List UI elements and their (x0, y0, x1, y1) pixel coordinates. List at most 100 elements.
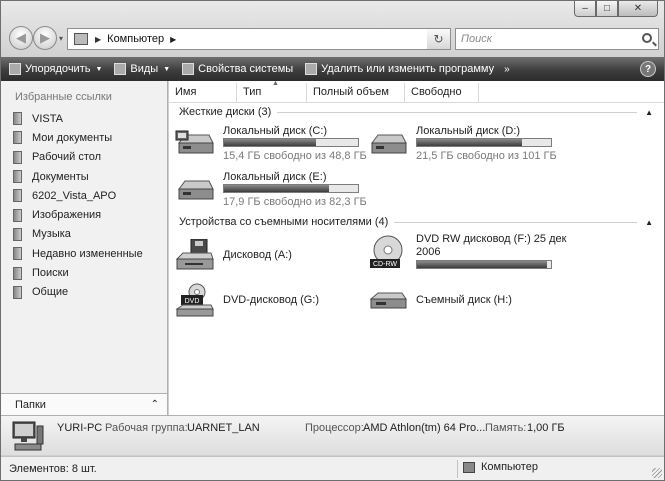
folder-icon (13, 112, 22, 126)
sidebar-item-label: Музыка (32, 228, 71, 241)
search-folder-icon (13, 266, 22, 280)
favorite-links-title: Избранные ссылки (15, 91, 112, 103)
sidebar-item-public[interactable]: Общие (13, 283, 143, 302)
desktop-icon (13, 150, 22, 164)
favorite-links-list: VISTA Мои документы Рабочий стол Докумен… (13, 109, 143, 302)
maximize-button[interactable]: □ (596, 1, 618, 17)
views-button[interactable]: Виды ▼ (114, 59, 170, 79)
group-divider (394, 221, 638, 223)
group-title-hard-disks: Жесткие диски (3) (179, 106, 272, 118)
drive-free-space: 21,5 ГБ свободно из 101 ГБ (416, 150, 557, 162)
forward-arrow-icon: ▶ (40, 30, 50, 45)
resize-grip-icon[interactable] (652, 468, 662, 478)
forward-button[interactable]: ▶ (33, 26, 57, 50)
folders-toggle-bar[interactable]: Папки ⌃ (1, 393, 167, 415)
drive-f[interactable]: CD-RW DVD RW дисковод (F:) 25 дек 2006 (368, 233, 566, 273)
sidebar-item-recently-changed[interactable]: Недавно измененные (13, 244, 143, 263)
folders-label: Папки (15, 398, 46, 411)
drive-h[interactable]: Съемный диск (H:) (368, 281, 558, 321)
sidebar-item-desktop[interactable]: Рабочий стол (13, 148, 143, 167)
drive-name-line-2: 2006 (416, 246, 441, 258)
documents-icon (13, 170, 22, 184)
explorer-window: ‒ □ ✕ ◀ ▶ ▾ ▶ Компьютер ▶ ▾ ↻ Упорядочит… (0, 0, 665, 481)
back-button[interactable]: ◀ (9, 26, 33, 50)
address-bar[interactable]: ▶ Компьютер ▶ ▾ (67, 28, 441, 50)
sidebar-item-pictures[interactable]: Изображения (13, 205, 143, 224)
processor-value: AMD Athlon(tm) 64 Pro... (363, 422, 486, 434)
removable-disk-icon (369, 292, 407, 309)
cd-rw-drive-icon: CD-RW (370, 235, 403, 268)
cd-rw-badge: CD-RW (373, 261, 397, 268)
computer-icon (463, 461, 475, 473)
system-properties-icon (182, 63, 195, 75)
hard-drive-icon (371, 134, 407, 154)
views-label: Виды (130, 63, 159, 75)
close-button[interactable]: ✕ (618, 1, 658, 17)
drive-usage-fill (224, 185, 329, 192)
computer-icon (12, 421, 44, 451)
group-title-removable: Устройства со съемными носителями (4) (179, 216, 389, 228)
collapse-icon[interactable]: ▲ (645, 218, 653, 227)
workgroup-label: Рабочая группа: (105, 422, 188, 434)
drive-name: Локальный диск (D:) (416, 125, 521, 137)
drive-e[interactable]: Локальный диск (E:) 17,9 ГБ свободно из … (175, 171, 367, 211)
drive-d[interactable]: Локальный диск (D:) 21,5 ГБ свободно из … (368, 125, 558, 165)
column-header-total-size[interactable]: Полный объем (307, 83, 405, 102)
drive-name: Съемный диск (H:) (416, 294, 512, 306)
organize-button[interactable]: Упорядочить ▼ (9, 59, 102, 79)
caption-buttons: ‒ □ ✕ (574, 1, 658, 17)
drive-c[interactable]: Локальный диск (C:) 15,4 ГБ свободно из … (175, 125, 367, 165)
hard-drive-icon (178, 180, 214, 200)
command-toolbar: Упорядочить ▼ Виды ▼ Свойства системы Уд… (1, 57, 664, 81)
dvd-badge: DVD (185, 298, 200, 305)
column-header-free-space[interactable]: Свободно (405, 83, 479, 102)
group-removable-devices[interactable]: Устройства со съемными носителями (4) ▲ (179, 216, 653, 228)
help-button[interactable]: ? (640, 61, 656, 77)
sidebar-item-label: Мои документы (32, 131, 113, 144)
chevron-down-icon: ▼ (95, 65, 103, 73)
breadcrumb-computer[interactable]: Компьютер (107, 33, 164, 45)
refresh-button[interactable]: ↻ (427, 28, 451, 50)
uninstall-program-button[interactable]: Удалить или изменить программу (305, 59, 494, 79)
minimize-button[interactable]: ‒ (574, 1, 596, 17)
drive-usage-bar (416, 260, 552, 269)
sidebar-item-label: Рабочий стол (32, 151, 102, 164)
breadcrumb-separator-icon[interactable]: ▶ (95, 35, 101, 44)
breadcrumb-chevron-icon[interactable]: ▶ (170, 35, 176, 44)
sidebar-item-label: Документы (32, 170, 89, 183)
drive-g[interactable]: DVD DVD-дисковод (G:) (175, 281, 365, 321)
organize-icon (9, 63, 21, 75)
status-divider (457, 460, 458, 478)
search-box[interactable] (455, 28, 659, 50)
navigation-bar: ◀ ▶ ▾ ▶ Компьютер ▶ ▾ ↻ (7, 25, 659, 51)
sidebar-item-6202-vista-apo[interactable]: 6202_Vista_APO (13, 186, 143, 205)
drive-usage-fill (224, 139, 316, 146)
drive-name-line-1: DVD RW дисковод (F:) 25 дек (416, 233, 567, 245)
sidebar-item-vista[interactable]: VISTA (13, 109, 143, 128)
drive-a[interactable]: Дисковод (A:) (175, 237, 365, 277)
sidebar-item-documents[interactable]: Документы (13, 167, 143, 186)
column-header-type-label: Тип (243, 86, 262, 98)
chevron-up-icon: ⌃ (150, 399, 159, 410)
system-properties-button[interactable]: Свойства системы (182, 59, 293, 79)
folder-icon (13, 189, 22, 203)
recent-pages-dropdown[interactable]: ▾ (59, 34, 63, 43)
column-header-name[interactable]: Имя (169, 83, 237, 102)
status-location-label: Компьютер (481, 461, 538, 473)
search-icon[interactable] (642, 33, 652, 43)
search-input[interactable] (461, 31, 631, 47)
sidebar-item-my-documents[interactable]: Мои документы (13, 128, 143, 147)
more-commands-button[interactable]: » (504, 64, 510, 75)
sidebar-item-music[interactable]: Музыка (13, 225, 143, 244)
sidebar-item-label: Недавно измененные (32, 247, 143, 260)
refresh-icon: ↻ (433, 32, 444, 46)
computer-name: YURI-PC (57, 422, 103, 434)
drive-name: Локальный диск (C:) (223, 125, 328, 137)
documents-icon (13, 131, 22, 145)
collapse-icon[interactable]: ▲ (645, 108, 653, 117)
sidebar-item-searches[interactable]: Поиски (13, 263, 143, 282)
programs-icon (305, 63, 318, 75)
sort-arrow-icon: ▲ (272, 80, 279, 87)
group-hard-disks[interactable]: Жесткие диски (3) ▲ (179, 106, 653, 118)
music-icon (13, 227, 22, 241)
